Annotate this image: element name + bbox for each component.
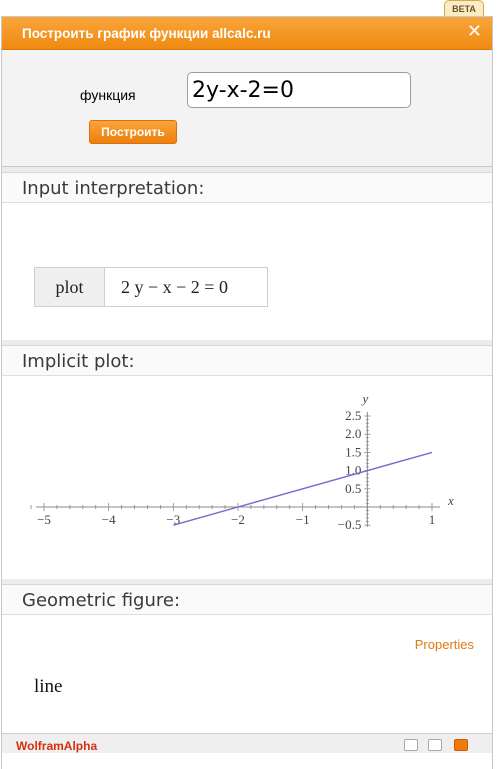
y-tick-label: 1.5 — [345, 444, 361, 459]
pod-title-bar: Geometric figure: — [2, 585, 492, 615]
input-area: функция Построить — [2, 50, 492, 167]
function-label: функция — [80, 87, 136, 103]
y-tick-label: 2.0 — [345, 426, 361, 441]
footer-button-icon[interactable] — [428, 739, 442, 751]
x-tick-label: −4 — [102, 512, 116, 527]
pod-title-bar: Implicit plot: — [2, 346, 492, 376]
y-tick-label: −0.5 — [338, 517, 362, 532]
x-tick-label: −2 — [231, 512, 245, 527]
footer-bar: WolframAlpha — [2, 733, 492, 753]
implicit-plot-pod: −5 −4 −3 −2 −1 1 −0.5 0.5 1.0 1.5 2.0 2.5 y x — [2, 376, 492, 579]
y-axis-label: y — [360, 391, 368, 406]
calculator-widget: Построить график функции allcalc.ru ✕ фу… — [1, 16, 493, 769]
y-tick-label: 1.0 — [345, 463, 361, 478]
geometric-figure-title: Geometric figure: — [22, 590, 181, 611]
input-interpretation-title: Input interpretation: — [22, 178, 205, 199]
implicit-plot-chart: −5 −4 −3 −2 −1 1−0.50.51.01.52.02.5yx — [30, 391, 454, 532]
interpretation-table: plot 2 y − x − 2 = 0 — [34, 267, 268, 307]
interpretation-cell-plot: plot — [35, 268, 105, 306]
close-icon[interactable]: ✕ — [467, 21, 482, 42]
function-input[interactable] — [187, 72, 411, 108]
implicit-plot-title: Implicit plot: — [22, 351, 135, 372]
title-bar: Построить график функции allcalc.ru ✕ — [2, 17, 492, 50]
geometric-figure-pod: Properties line — [2, 615, 492, 733]
input-interpretation-pod: plot 2 y − x − 2 = 0 — [2, 203, 492, 340]
y-tick-label: 0.5 — [345, 481, 361, 496]
x-axis-label: x — [447, 493, 454, 508]
properties-link[interactable]: Properties — [415, 637, 474, 652]
geometric-figure-value: line — [34, 676, 63, 697]
x-tick-label: −1 — [296, 512, 310, 527]
wolfram-brand: WolframAlpha — [16, 739, 98, 753]
x-tick-label: −5 — [37, 512, 51, 527]
footer-button-icon[interactable] — [404, 739, 418, 751]
beta-badge: BETA — [444, 0, 484, 17]
footer-button-icon[interactable] — [454, 739, 468, 751]
plot-button[interactable]: Построить — [89, 120, 177, 144]
y-tick-label: 2.5 — [345, 408, 361, 423]
x-tick-label: 1 — [429, 512, 436, 527]
interpretation-cell-equation: 2 y − x − 2 = 0 — [105, 268, 267, 306]
window-title: Построить график функции allcalc.ru — [22, 26, 271, 41]
pod-title-bar: Input interpretation: — [2, 173, 492, 203]
